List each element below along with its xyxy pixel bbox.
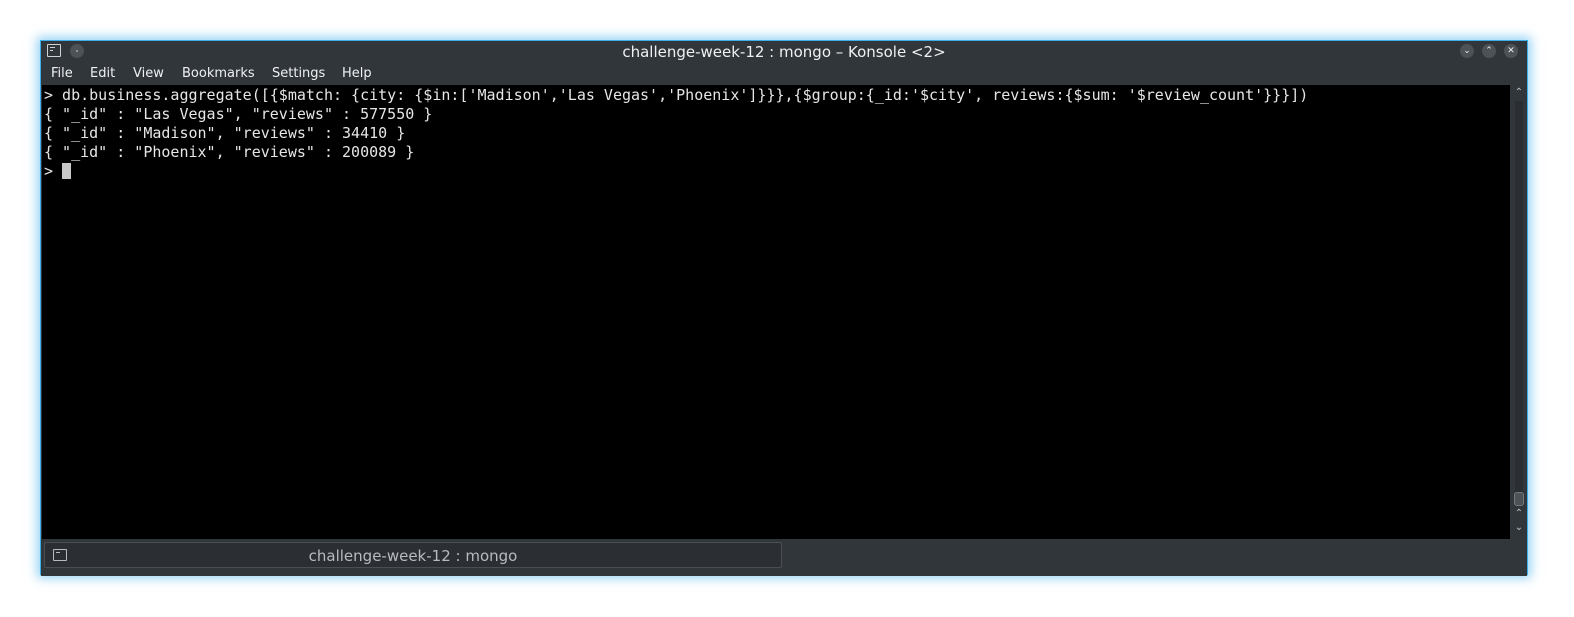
scroll-up-arrow-icon[interactable]: ⌃ <box>1511 507 1527 521</box>
close-button[interactable]: ✕ <box>1504 44 1518 58</box>
scroll-up-arrow-icon[interactable]: ⌃ <box>1511 86 1527 100</box>
scroll-down-arrow-icon[interactable]: ⌄ <box>1511 521 1527 535</box>
terminal-output[interactable]: > db.business.aggregate([{$match: {city:… <box>42 85 1510 539</box>
tab-challenge-week-12[interactable]: challenge-week-12 : mongo <box>44 542 782 568</box>
text-cursor <box>62 163 72 179</box>
menu-bar: File Edit View Bookmarks Settings Help <box>41 63 1527 85</box>
terminal-line-result: { "_id" : "Phoenix", "reviews" : 200089 … <box>44 143 415 161</box>
tab-bar: challenge-week-12 : mongo <box>41 539 1527 576</box>
konsole-window: challenge-week-12 : mongo – Konsole <2> … <box>40 40 1528 576</box>
minimize-button[interactable]: ⌄ <box>1460 44 1474 58</box>
scrollbar-track[interactable] <box>1515 101 1523 505</box>
menu-help[interactable]: Help <box>342 66 372 82</box>
title-bar[interactable]: challenge-week-12 : mongo – Konsole <2> … <box>41 41 1527 63</box>
vertical-scrollbar[interactable]: ⌃ ⌃ ⌄ <box>1511 85 1527 539</box>
tab-label: challenge-week-12 : mongo <box>308 547 518 565</box>
scrollbar-thumb[interactable] <box>1514 492 1524 506</box>
menu-edit[interactable]: Edit <box>90 66 115 82</box>
maximize-button[interactable]: ⌃ <box>1482 44 1496 58</box>
terminal-line-result: { "_id" : "Madison", "reviews" : 34410 } <box>44 124 406 142</box>
terminal-prompt-line[interactable]: > <box>44 162 72 181</box>
prompt: > <box>44 162 63 180</box>
menu-file[interactable]: File <box>51 66 73 82</box>
terminal-line-result: { "_id" : "Las Vegas", "reviews" : 57755… <box>44 105 433 123</box>
menu-bookmarks[interactable]: Bookmarks <box>182 66 255 82</box>
menu-settings[interactable]: Settings <box>272 66 325 82</box>
menu-view[interactable]: View <box>133 66 164 82</box>
terminal-line-command: > db.business.aggregate([{$match: {city:… <box>44 86 1309 104</box>
window-title: challenge-week-12 : mongo – Konsole <2> <box>622 43 946 61</box>
